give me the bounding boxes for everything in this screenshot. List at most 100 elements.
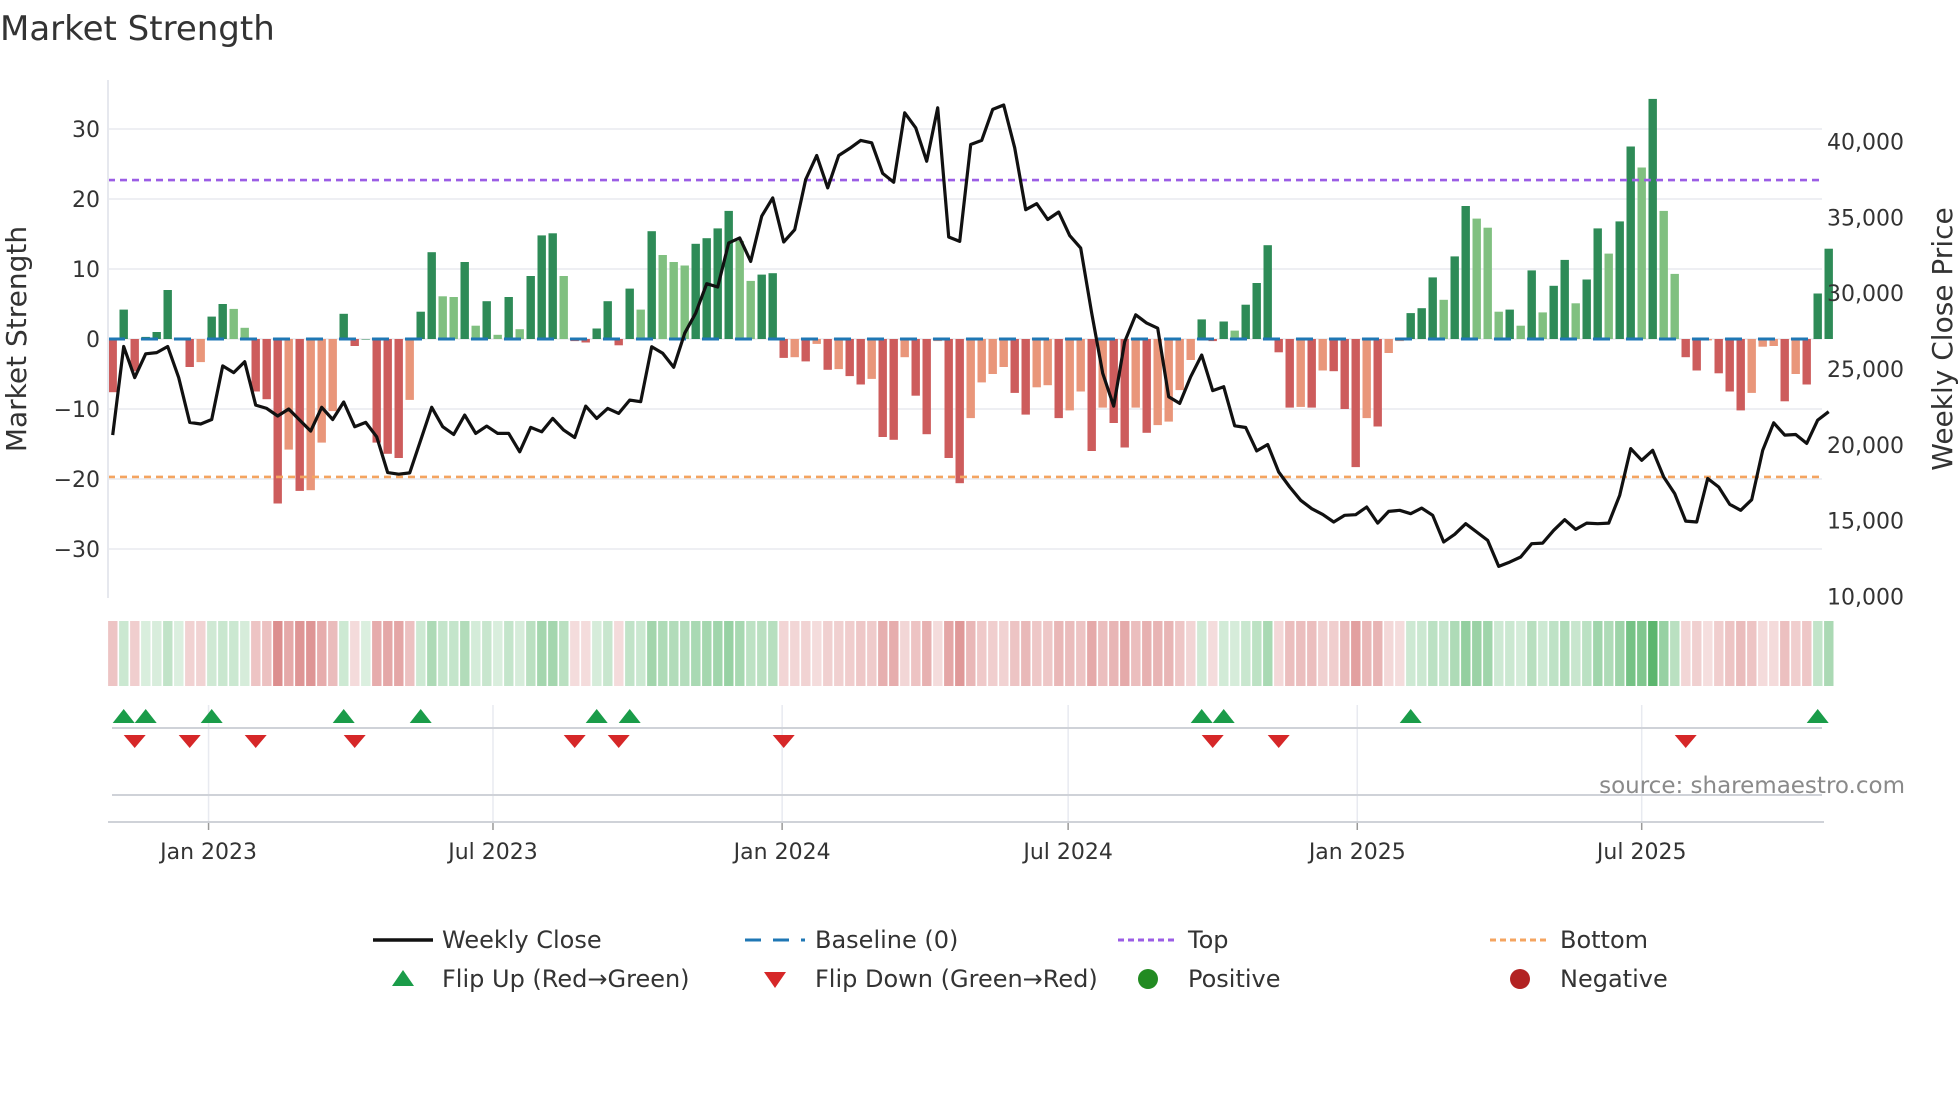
strength-bar (691, 243, 700, 339)
strength-bar (339, 313, 348, 339)
strip-cell (1725, 621, 1735, 686)
strength-bar (1439, 299, 1448, 339)
strength-bar (1813, 293, 1822, 339)
market-strength-chart: Market Strength Market Strength Weekly C… (0, 9, 1959, 993)
strength-bar (1472, 218, 1481, 339)
legend-label: Positive (1188, 965, 1281, 993)
flip-up-marker (112, 709, 135, 723)
strength-bar (1659, 210, 1668, 339)
y-tick-label: 0 (86, 328, 100, 353)
strength-bar (317, 339, 326, 443)
strength-bar (1186, 339, 1195, 360)
strength-bar (1582, 279, 1591, 339)
strip-cell (119, 621, 129, 686)
weekly-close-polyline (111, 103, 1830, 569)
flip-up-marker (1190, 709, 1213, 723)
strip-cell (1703, 621, 1713, 686)
strip-cell (944, 621, 954, 686)
strip-cell (812, 621, 822, 686)
strip-cell (1109, 621, 1119, 686)
strip-cell (647, 621, 657, 686)
strength-bar (273, 339, 282, 504)
strength-bar (229, 308, 238, 339)
flip-down-marker (123, 735, 146, 748)
strength-bar (1615, 221, 1624, 339)
strip-cell (1692, 621, 1702, 686)
strength-bar (537, 235, 546, 339)
strip-cell (471, 621, 481, 686)
strength-bar (1780, 339, 1789, 402)
y2-tick-label: 30,000 (1827, 282, 1904, 307)
strip-cell (922, 621, 932, 686)
strength-bar (394, 339, 403, 458)
source-label: source: sharemaestro.com (1599, 773, 1905, 799)
legend-label: Top (1187, 926, 1229, 954)
strength-bar (218, 304, 227, 339)
strength-bar (1329, 339, 1338, 372)
strip-cell (845, 621, 855, 686)
strength-bar (207, 316, 216, 339)
strength-bar (900, 339, 909, 358)
weekly-close-line (111, 103, 1830, 569)
strip-cell (1219, 621, 1229, 686)
flip-down-marker (1201, 735, 1224, 748)
legend: Weekly Close Baseline (0) Top Bottom Flip Up… (373, 926, 1668, 993)
strip-cell (163, 621, 173, 686)
strip-cell (658, 621, 668, 686)
legend-triangle-down-icon (764, 972, 786, 988)
strength-bars (108, 98, 1833, 504)
strip-cell (152, 621, 162, 686)
strip-cell (735, 621, 745, 686)
y2-axis-title: Weekly Close Price (1926, 207, 1959, 470)
strip-cell (438, 621, 448, 686)
strength-bar (1296, 339, 1305, 407)
strength-bar (911, 339, 920, 396)
strip-cell (801, 621, 811, 686)
strength-bar (1263, 245, 1272, 339)
strip-cell (1208, 621, 1218, 686)
strength-bar (592, 328, 601, 339)
strip-cell (1153, 621, 1163, 686)
strip-cell (1230, 621, 1240, 686)
strip-cell (911, 621, 921, 686)
strength-bar (559, 276, 568, 339)
strip-cell (130, 621, 140, 686)
strip-cell (603, 621, 613, 686)
strength-bar (1549, 285, 1558, 339)
flip-down-marker (343, 735, 366, 748)
y2-tick-label: 20,000 (1827, 434, 1904, 459)
strength-bar (163, 290, 172, 339)
strip-cell (405, 621, 415, 686)
strip-cell (1098, 621, 1108, 686)
strip-cell (1582, 621, 1592, 686)
strength-bar (427, 252, 436, 339)
strength-bar (922, 339, 931, 435)
strip-cell (1593, 621, 1603, 686)
y-tick-label: −10 (54, 398, 100, 423)
strip-cell (526, 621, 536, 686)
strength-bar (779, 339, 788, 358)
strength-bar (460, 262, 469, 339)
strength-bar (988, 339, 997, 374)
strip-cell (1428, 621, 1438, 686)
strip-cell (1186, 621, 1196, 686)
strip-cell (1670, 621, 1680, 686)
strip-cell (1769, 621, 1779, 686)
strip-cell (867, 621, 877, 686)
strip-cell (273, 621, 283, 686)
strength-bar (1087, 339, 1096, 451)
legend-triangle-up-icon (392, 970, 414, 986)
strip-cell (570, 621, 580, 686)
strip-cell (174, 621, 184, 686)
strip-cell (141, 621, 151, 686)
strength-bar (1736, 339, 1745, 411)
y-tick-label: −20 (54, 468, 100, 493)
strip-cell (1296, 621, 1306, 686)
strength-bar (1560, 259, 1569, 339)
strip-cell (427, 621, 437, 686)
y-tick-label: 20 (72, 188, 100, 213)
legend-negative-dot-icon (1510, 969, 1530, 989)
strength-bar (999, 339, 1008, 367)
strength-bar (1406, 313, 1415, 339)
strip-cell (317, 621, 327, 686)
